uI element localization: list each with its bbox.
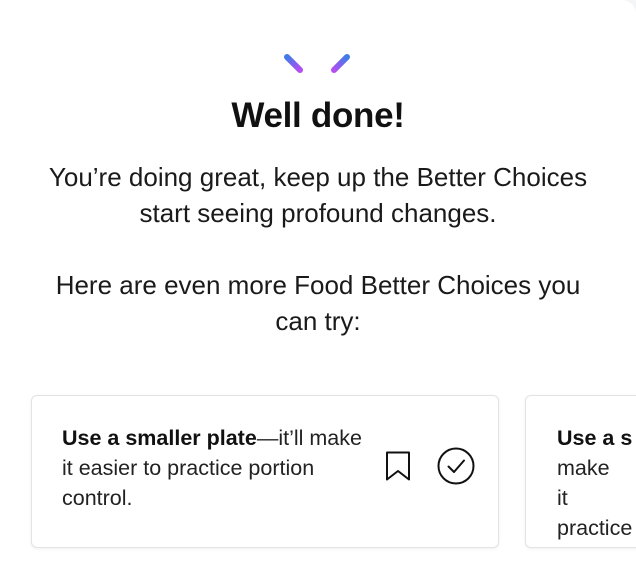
choice-card-description: make it practice — [557, 456, 633, 540]
encouragement-message: You’re doing great, keep up the Better C… — [48, 162, 588, 228]
sparkle-icon — [281, 31, 353, 79]
choice-card-text: Use a smaller plate—it’ll make it easier… — [62, 423, 362, 513]
choice-card-title: Use a smaller plate — [62, 426, 257, 450]
choice-card-title: Use a s — [557, 426, 633, 450]
suggestions-prompt: Here are even more Food Better Choices y… — [55, 270, 581, 336]
choice-card-text: Use a s make it practice — [557, 423, 636, 543]
bookmark-icon — [384, 450, 412, 487]
well-done-panel: Well done! You’re doing great, keep up t… — [0, 0, 636, 581]
check-circle-icon — [437, 447, 475, 490]
choice-card[interactable]: Use a smaller plate—it’ll make it easier… — [31, 395, 499, 548]
bookmark-button[interactable] — [379, 449, 417, 487]
complete-button[interactable] — [437, 447, 475, 490]
choice-card[interactable]: Use a s make it practice — [525, 395, 636, 548]
page-title: Well done! — [231, 96, 405, 135]
